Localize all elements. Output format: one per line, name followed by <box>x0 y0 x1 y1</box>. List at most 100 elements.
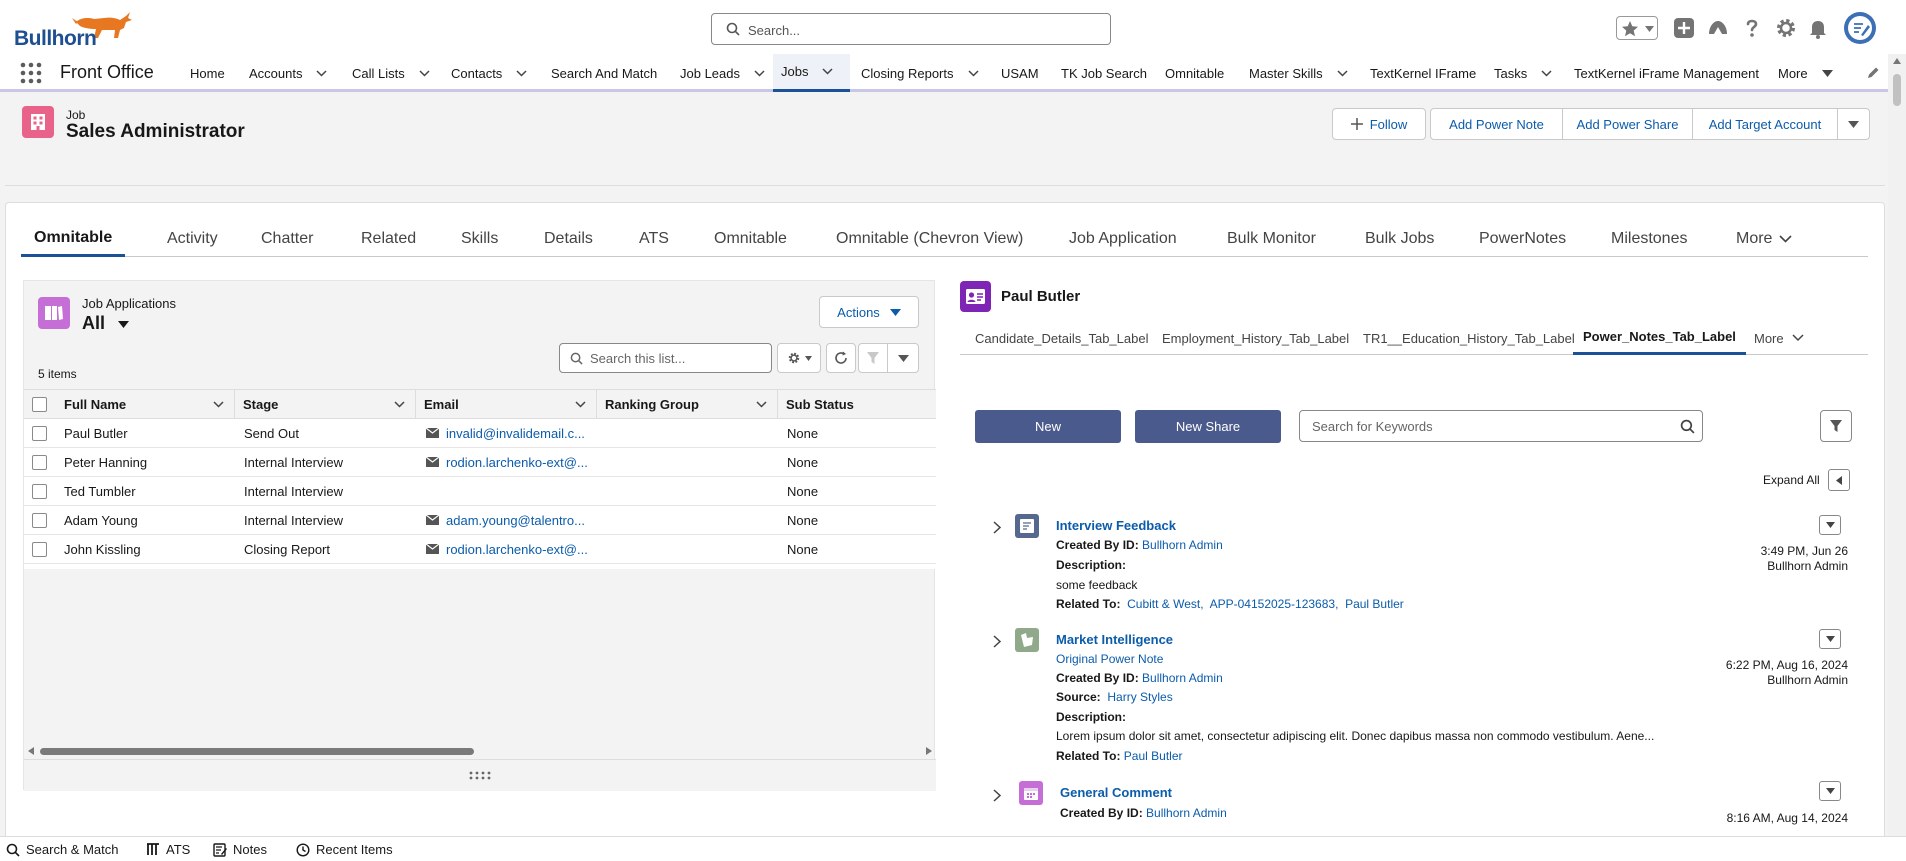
chevron-down-icon[interactable] <box>754 69 765 77</box>
nav-item-contacts[interactable]: Contacts <box>443 54 535 92</box>
global-search[interactable] <box>711 13 1111 45</box>
nav-item-master-skills[interactable]: Master Skills <box>1241 54 1356 92</box>
nav-item-call-lists[interactable]: Call Lists <box>344 54 438 92</box>
note-title[interactable]: Market Intelligence <box>1056 632 1173 647</box>
email-link[interactable]: adam.young@talentro... <box>446 513 585 528</box>
column-header-sub-status[interactable]: Sub Status <box>778 390 936 419</box>
tab-bulk-jobs[interactable]: Bulk Jobs <box>1365 221 1434 257</box>
list-more-button[interactable] <box>887 343 919 373</box>
tab-details[interactable]: Details <box>544 221 593 257</box>
related-link[interactable]: Cubitt & West, <box>1127 597 1203 611</box>
nav-item-more[interactable]: More <box>1770 54 1841 92</box>
utility-ats[interactable]: ATS <box>146 837 190 861</box>
tab-skills[interactable]: Skills <box>461 221 498 257</box>
nav-item-textkernel-iframe-management[interactable]: TextKernel iFrame Management <box>1566 54 1767 92</box>
keyword-search[interactable] <box>1299 410 1703 442</box>
email-cell[interactable]: adam.young@talentro... <box>426 506 585 534</box>
related-link[interactable]: Paul Butler <box>1124 749 1183 763</box>
email-link[interactable]: rodion.larchenko-ext@... <box>446 455 588 470</box>
vertical-scrollbar[interactable] <box>1888 54 1906 836</box>
list-settings-button[interactable] <box>777 343 821 373</box>
chevron-right-icon[interactable] <box>993 789 1002 802</box>
resize-handle[interactable] <box>24 759 936 791</box>
tab-candidate-details[interactable]: Candidate_Details_Tab_Label <box>975 321 1148 355</box>
note-menu-button[interactable] <box>1819 515 1841 535</box>
tab-milestones[interactable]: Milestones <box>1611 221 1687 257</box>
chevron-right-icon[interactable] <box>993 521 1002 534</box>
note-menu-button[interactable] <box>1819 629 1841 649</box>
scroll-up-icon[interactable] <box>1893 58 1901 64</box>
chevron-down-icon[interactable] <box>1541 69 1552 77</box>
new-note-button[interactable]: New <box>975 410 1121 443</box>
email-cell[interactable]: rodion.larchenko-ext@... <box>426 535 588 563</box>
nav-item-home[interactable]: Home <box>182 54 233 92</box>
chevron-down-icon[interactable] <box>967 69 979 77</box>
keyword-search-input[interactable] <box>1312 417 1672 435</box>
original-power-note-link[interactable]: Original Power Note <box>1056 652 1163 666</box>
related-link[interactable]: APP-04152025-123683, <box>1210 597 1339 611</box>
original-note-link[interactable]: Original Power Note <box>1056 652 1163 666</box>
row-checkbox[interactable] <box>32 513 47 528</box>
new-share-button[interactable]: New Share <box>1135 410 1281 443</box>
email-link[interactable]: rodion.larchenko-ext@... <box>446 542 588 557</box>
expand-all-label[interactable]: Expand All <box>1763 473 1820 487</box>
tab-power-notes[interactable]: Power_Notes_Tab_Label <box>1573 321 1746 355</box>
setup-button[interactable] <box>1774 16 1798 40</box>
tab-bulk-monitor[interactable]: Bulk Monitor <box>1227 221 1316 257</box>
horizontal-scrollbar[interactable] <box>24 743 936 759</box>
notifications-button[interactable] <box>1806 16 1830 40</box>
tab-chatter[interactable]: Chatter <box>261 221 313 257</box>
created-by-link[interactable]: Bullhorn Admin <box>1142 538 1223 552</box>
column-header-full-name[interactable]: Full Name <box>54 390 235 419</box>
add-power-share-button[interactable]: Add Power Share <box>1562 108 1693 140</box>
refresh-button[interactable] <box>826 343 856 373</box>
tab-more[interactable]: More <box>1736 221 1793 257</box>
email-cell[interactable]: invalid@invalidemail.c... <box>426 419 585 447</box>
user-avatar[interactable] <box>1843 11 1877 45</box>
global-search-input[interactable] <box>748 20 1098 40</box>
nav-item-omnitable[interactable]: Omnitable <box>1157 54 1232 92</box>
tab-job-application[interactable]: Job Application <box>1069 221 1177 257</box>
tab-employment-history[interactable]: Employment_History_Tab_Label <box>1162 321 1349 355</box>
nav-item-search-and-match[interactable]: Search And Match <box>543 54 665 92</box>
utility-recent-items[interactable]: Recent Items <box>296 837 393 861</box>
tab-omnitable-chevron-view[interactable]: Omnitable (Chevron View) <box>836 221 1023 257</box>
tab-powernotes[interactable]: PowerNotes <box>1479 221 1566 257</box>
nav-item-tk-job-search[interactable]: TK Job Search <box>1053 54 1155 92</box>
nav-item-usam[interactable]: USAM <box>993 54 1047 92</box>
tab-activity[interactable]: Activity <box>167 221 218 257</box>
trailhead-button[interactable] <box>1706 16 1730 40</box>
chevron-right-icon[interactable] <box>993 635 1002 648</box>
nav-item-closing-reports[interactable]: Closing Reports <box>853 54 987 92</box>
chevron-down-icon[interactable] <box>1337 69 1348 77</box>
column-header-stage[interactable]: Stage <box>235 390 416 419</box>
filter-button[interactable] <box>858 343 888 373</box>
tab-related[interactable]: Related <box>361 221 416 257</box>
actions-button[interactable]: Actions <box>819 296 919 328</box>
add-target-account-button[interactable]: Add Target Account <box>1692 108 1838 140</box>
global-actions-button[interactable] <box>1672 16 1696 40</box>
utility-search-and-match[interactable]: Search & Match <box>6 837 119 861</box>
add-power-note-button[interactable]: Add Power Note <box>1430 108 1563 140</box>
chevron-down-icon[interactable] <box>419 69 430 77</box>
notes-filter-button[interactable] <box>1820 410 1852 442</box>
favorites-button[interactable] <box>1616 16 1658 40</box>
chevron-down-icon[interactable] <box>316 69 328 77</box>
note-title[interactable]: General Comment <box>1060 785 1172 800</box>
email-cell[interactable]: rodion.larchenko-ext@... <box>426 448 588 476</box>
scroll-left-icon[interactable] <box>28 747 34 755</box>
nav-item-jobs[interactable]: Jobs <box>773 54 850 92</box>
tab-omnitable-2[interactable]: Omnitable <box>714 221 787 257</box>
scroll-right-icon[interactable] <box>926 747 932 755</box>
row-checkbox[interactable] <box>32 426 47 441</box>
expand-all-button[interactable] <box>1828 469 1850 491</box>
note-menu-button[interactable] <box>1819 781 1841 801</box>
tab-more[interactable]: More <box>1754 321 1804 355</box>
list-search[interactable] <box>559 343 772 373</box>
utility-notes[interactable]: Notes <box>213 837 267 861</box>
select-all-checkbox[interactable] <box>32 397 47 412</box>
more-actions-button[interactable] <box>1837 108 1870 140</box>
note-title[interactable]: Interview Feedback <box>1056 518 1176 533</box>
app-launcher-icon[interactable] <box>20 62 42 84</box>
bullhorn-logo[interactable]: Bullhorn <box>14 8 132 50</box>
